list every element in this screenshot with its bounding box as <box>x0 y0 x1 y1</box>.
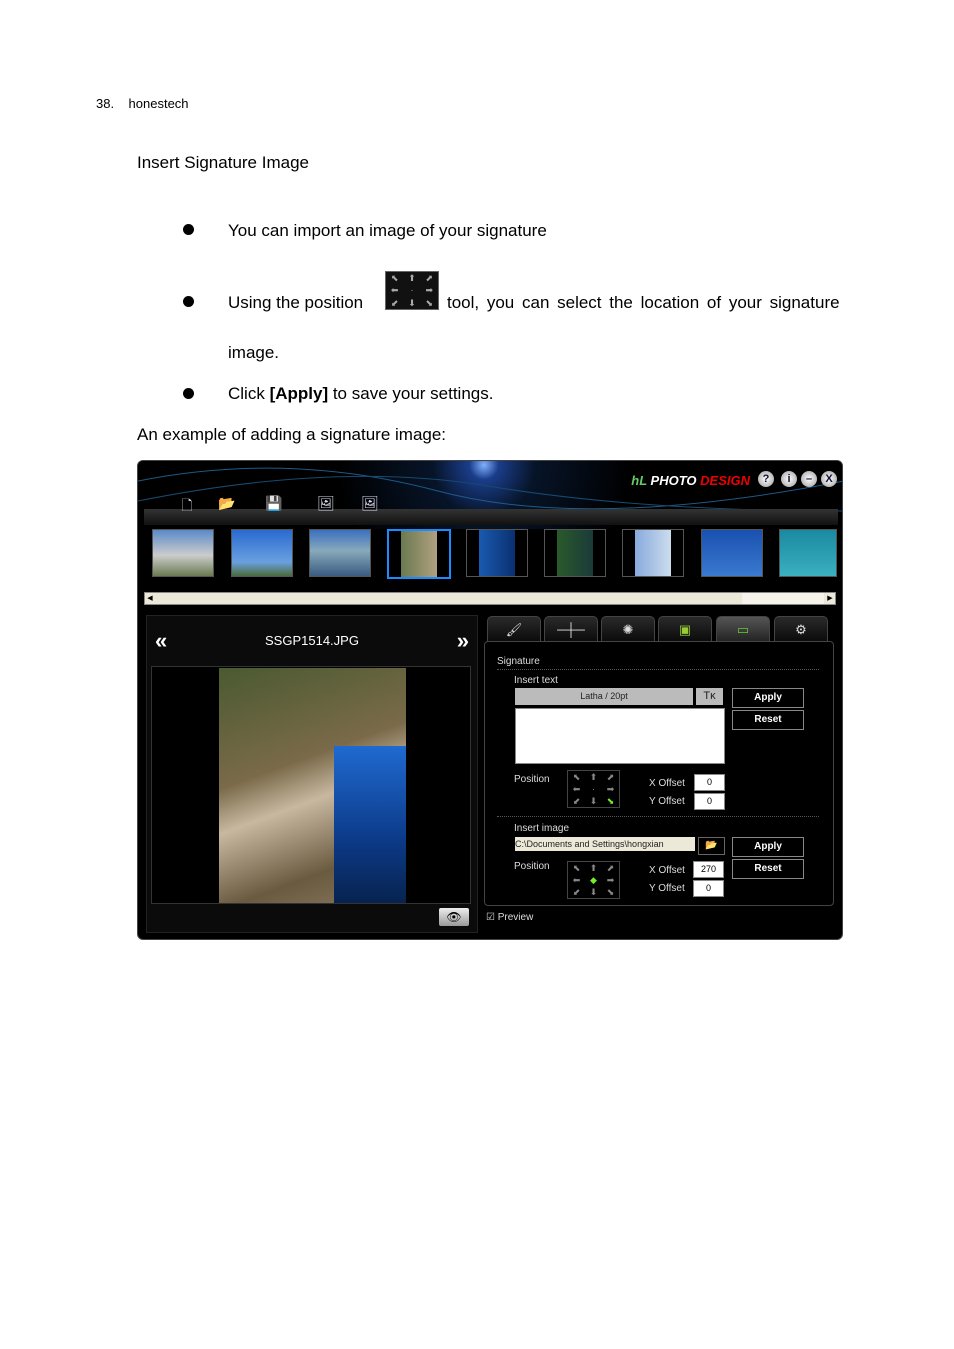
bullet-icon <box>183 296 194 307</box>
eye-icon[interactable]: 👁 <box>439 908 469 926</box>
bullet-text: image. <box>228 343 280 362</box>
bullet-icon <box>183 224 194 235</box>
thumbnail[interactable] <box>622 529 684 577</box>
brand: honestech <box>128 96 189 111</box>
tab-signature[interactable]: ▭ <box>716 616 770 642</box>
page-number: 38. <box>96 96 115 111</box>
x-offset-label: X Offset <box>649 778 685 789</box>
thumbnail[interactable] <box>544 529 606 577</box>
thumbnail[interactable] <box>701 529 763 577</box>
bullet-icon <box>183 388 194 399</box>
thumbnail-scrollbar[interactable]: ◀ ▶ <box>144 592 836 605</box>
bullet-text: You can import an image of your signatur… <box>228 221 547 240</box>
scroll-left-arrow[interactable]: ◀ <box>145 593 155 604</box>
toolbar-shelf <box>144 509 838 525</box>
text-position-pad[interactable]: ⬉ ⬆ ⬈ ⬅ · ➡ ⬋ ⬇ ⬊ <box>567 770 620 808</box>
image-y-offset-input[interactable]: 0 <box>693 880 724 897</box>
bullet-text: tool, you can select the location of you… <box>447 293 840 312</box>
section-title: Insert Signature Image <box>137 153 309 172</box>
preview-checkbox[interactable]: ☑ Preview <box>486 912 533 923</box>
file-name: SSGP1514.JPG <box>265 633 359 648</box>
text-x-offset-input[interactable]: 0 <box>694 774 725 791</box>
help-button[interactable]: ? <box>758 471 774 487</box>
rotate-photo-icon[interactable]: 🖼 <box>360 495 380 511</box>
text-y-offset-input[interactable]: 0 <box>694 793 725 810</box>
image-x-offset-input[interactable]: 270 <box>693 861 724 878</box>
app-window: hL PHOTO DESIGN ? i – X 🗋 📂 💾 🖼 🖼 ◀ ▶ « … <box>137 460 843 940</box>
position-label: Position <box>514 774 550 785</box>
signature-title: Signature <box>497 656 540 667</box>
thumbnail[interactable] <box>152 529 214 577</box>
close-button[interactable]: X <box>821 471 837 487</box>
minimize-button[interactable]: – <box>801 471 817 487</box>
save-icon[interactable]: 💾 <box>264 495 284 511</box>
x-offset-label: X Offset <box>649 865 685 876</box>
bullet-text: Click [Apply] to save your settings. <box>228 384 494 403</box>
signature-text-input[interactable] <box>515 708 725 764</box>
reset-text-button[interactable]: Reset <box>732 710 804 730</box>
tab-effects[interactable]: ✺ <box>601 616 655 642</box>
image-position-pad[interactable]: ⬉ ⬆ ⬈ ⬅ ◆ ➡ ⬋ ⬇ ⬊ <box>567 861 620 899</box>
insert-image-label: Insert image <box>514 823 570 834</box>
scroll-right-arrow[interactable]: ▶ <box>825 593 835 604</box>
example-caption: An example of adding a signature image: <box>137 425 447 444</box>
scroll-track[interactable] <box>742 593 824 604</box>
bullet-text: Using the position <box>228 293 364 312</box>
font-selector[interactable]: Latha / 20pt <box>515 688 693 705</box>
tab-adjust[interactable]: ─┼─ <box>544 616 598 642</box>
y-offset-label: Y Offset <box>649 796 685 807</box>
signature-image-overlay <box>334 746 406 903</box>
remove-photo-icon[interactable]: 🖼 <box>316 495 336 511</box>
insert-text-label: Insert text <box>514 675 558 686</box>
tab-edit[interactable]: 🖌 <box>487 616 541 642</box>
position-label: Position <box>514 861 550 872</box>
position-tool-icon: ⬉ ⬆ ⬈ ⬅ · ➡ ⬋ ⬇ ⬊ <box>385 271 439 310</box>
thumbnail[interactable] <box>309 529 371 577</box>
preview-panel: « SSGP1514.JPG » 👁 <box>146 615 478 933</box>
reset-image-button[interactable]: Reset <box>732 859 804 879</box>
next-image-button[interactable]: » <box>457 628 469 654</box>
preview-label: Preview <box>497 912 534 923</box>
preview-photo <box>219 668 406 903</box>
y-offset-label: Y Offset <box>649 883 685 894</box>
document-page: 38. honestech Insert Signature Image You… <box>0 0 954 1349</box>
image-path-input[interactable]: C:\Documents and Settings\hongxian <box>515 837 695 851</box>
image-viewer <box>151 666 471 904</box>
font-button[interactable]: Tκ <box>696 688 723 705</box>
tab-settings[interactable]: ⚙ <box>774 616 828 642</box>
info-button[interactable]: i <box>781 471 797 487</box>
thumbnail[interactable] <box>231 529 293 577</box>
browse-folder-icon[interactable]: 📂 <box>698 837 725 855</box>
thumbnail-selected[interactable] <box>387 529 451 579</box>
divider <box>497 816 819 817</box>
apply-text-button[interactable]: Apply <box>732 688 804 708</box>
app-logo: hL PHOTO DESIGN <box>631 473 750 488</box>
thumbnail[interactable] <box>466 529 528 577</box>
apply-image-button[interactable]: Apply <box>732 837 804 857</box>
thumbnail[interactable] <box>779 529 837 577</box>
open-folder-icon[interactable]: 📂 <box>217 495 237 511</box>
new-file-icon[interactable]: 🗋 <box>177 495 197 513</box>
signature-panel: Signature Insert text Latha / 20pt Tκ Ap… <box>484 641 834 906</box>
page-header: 38. honestech <box>96 96 189 111</box>
divider <box>497 669 819 670</box>
tab-frame[interactable]: ▣ <box>658 616 712 642</box>
